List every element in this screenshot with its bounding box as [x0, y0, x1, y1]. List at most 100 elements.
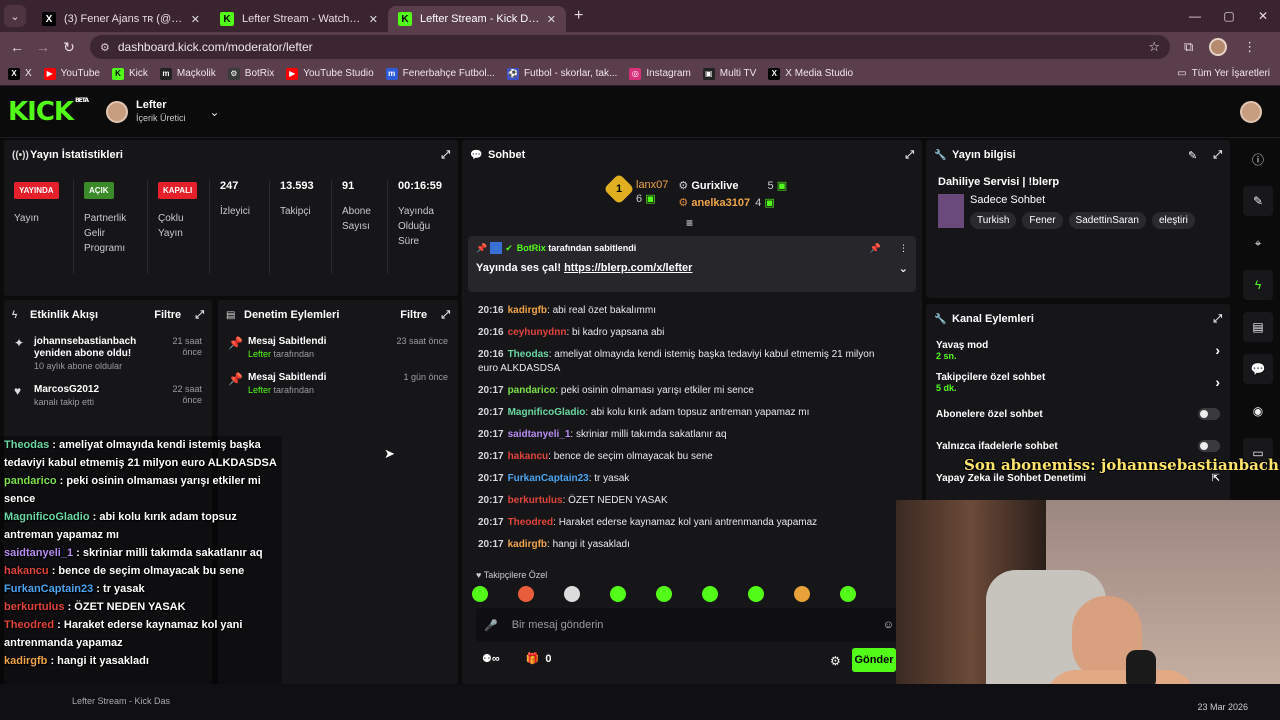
filter-button[interactable]: Filtre — [400, 309, 427, 321]
kick-logo[interactable]: KICK BETA — [8, 97, 89, 127]
tag[interactable]: Turkish — [970, 212, 1017, 229]
message-username[interactable]: pandarico — [508, 385, 556, 396]
bookmark-instagram[interactable]: ◎ Instagram — [629, 67, 691, 80]
channel-switcher[interactable]: Lefter İçerik Üretici — [136, 99, 186, 125]
target-icon[interactable]: ⌖ — [1243, 228, 1273, 258]
bookmark-kick[interactable]: K Kick — [111, 67, 148, 80]
emote-icon[interactable] — [702, 586, 718, 602]
bookmark-x[interactable]: XX — [8, 67, 32, 80]
popout-icon[interactable]: ⤢ — [1213, 149, 1222, 162]
close-tab-icon[interactable]: ✕ — [547, 13, 556, 26]
close-window-icon[interactable]: ✕ — [1246, 0, 1280, 32]
slow-mode-row[interactable]: Yavaş mod 2 sn. › — [926, 334, 1230, 366]
info-icon[interactable]: ⓘ — [1243, 144, 1273, 174]
all-bookmarks[interactable]: ▭ Tüm Yer İşaretleri — [1177, 68, 1270, 79]
microphone-icon[interactable]: 🎤 — [484, 619, 498, 632]
bookmark-youtube-studio[interactable]: ▶ YouTube Studio — [286, 67, 374, 80]
pinned-link[interactable]: https://blerp.com/x/lefter — [564, 262, 692, 275]
emote-icon[interactable] — [794, 586, 810, 602]
tag[interactable]: Fener — [1022, 212, 1063, 229]
emote-icon[interactable] — [518, 586, 534, 602]
chevron-down-icon[interactable]: ⌄ — [899, 262, 908, 275]
tab-fener-ajans[interactable]: X (3) Fener Ajans ᴛʀ (@ajansfener... ✕ — [32, 6, 210, 32]
tab-search-chevron-icon[interactable]: ⌄ — [4, 5, 26, 27]
user-avatar[interactable] — [1240, 100, 1262, 123]
edit-pencil-icon[interactable]: ✎ — [1243, 186, 1273, 216]
emote-icon[interactable] — [472, 586, 488, 602]
chat-placeholder: Bir mesaj gönderin — [511, 619, 604, 631]
chat-input[interactable]: 🎤 Bir mesaj gönderin ☺ — [476, 608, 902, 642]
tab-kick-watch[interactable]: K Lefter Stream - Watch Live on K... ✕ — [210, 6, 388, 32]
filter-button[interactable]: Filtre — [154, 309, 181, 321]
bookmark-futbol[interactable]: ⚽ Futbol - skorlar, tak... — [506, 67, 617, 80]
extensions-icon[interactable]: ⧉ — [1184, 39, 1193, 55]
tab-kick-dashboard[interactable]: K Lefter Stream - Kick Dashboard ✕ — [388, 6, 566, 32]
message-username[interactable]: saidtanyeli_1 — [508, 429, 571, 440]
chat-message: 20:17 saidtanyeli_1: skriniar milli takım… — [462, 424, 902, 446]
message-username[interactable]: kadirgfb — [508, 305, 547, 316]
taskbar-window-title[interactable]: Lefter Stream - Kick Das — [72, 696, 170, 706]
maximize-icon[interactable]: ▢ — [1212, 0, 1246, 32]
followers-only-row[interactable]: Takipçilere özel sohbet 5 dk. › — [926, 366, 1230, 398]
profile-avatar[interactable] — [1209, 38, 1228, 56]
emote-icon[interactable] — [656, 586, 672, 602]
broadcast-icon[interactable]: ◉ — [1243, 396, 1273, 426]
menu-kebab-icon[interactable]: ⋮ — [1243, 39, 1256, 55]
edit-pencil-icon[interactable]: ✎ — [1188, 149, 1197, 162]
message-username[interactable]: Theodas — [508, 349, 549, 360]
document-icon[interactable]: ▤ — [1243, 312, 1273, 342]
back-arrow-icon[interactable]: ← — [4, 39, 30, 55]
close-tab-icon[interactable]: ✕ — [191, 13, 200, 26]
row-label: Yapay Zeka ile Sohbet Denetimi — [936, 472, 1087, 484]
subs-only-toggle[interactable] — [1198, 408, 1220, 420]
emote-icon[interactable] — [564, 586, 580, 602]
emote-icon[interactable] — [610, 586, 626, 602]
more-options-icon[interactable]: ⋮ — [899, 243, 908, 254]
message-username[interactable]: MagnificoGladio — [508, 407, 586, 418]
message-username[interactable]: ceyhunydnn — [508, 327, 567, 338]
emotes-only-toggle[interactable] — [1198, 440, 1220, 452]
overlay-text: : skriniar milli takımda sakatlanır aq — [73, 547, 263, 559]
emoji-icon[interactable]: ☺ — [883, 619, 894, 631]
popout-icon[interactable]: ⤢ — [195, 309, 204, 322]
message-username[interactable]: FurkanCaptain23 — [508, 473, 589, 484]
close-tab-icon[interactable]: ✕ — [369, 13, 378, 26]
message-username[interactable]: Theodred — [508, 517, 554, 528]
popout-icon[interactable]: ⤢ — [1213, 313, 1222, 326]
reload-icon[interactable]: ↻ — [56, 39, 82, 56]
chevron-down-icon[interactable]: ⌄ — [210, 105, 220, 119]
chat-settings-gear-icon[interactable]: ⚙ — [830, 654, 841, 668]
tag[interactable]: SadettinSaran — [1068, 212, 1146, 229]
category-name[interactable]: Sadece Sohbet — [970, 194, 1201, 206]
url-input[interactable]: ⚙ dashboard.kick.com/moderator/lefter ☆ — [90, 35, 1170, 59]
minimize-icon[interactable]: — — [1178, 0, 1212, 32]
popout-icon[interactable]: ⤢ — [905, 149, 914, 162]
tag[interactable]: eleştiri — [1151, 212, 1195, 229]
bookmark-fenerbahce[interactable]: m Fenerbahçe Futbol... — [385, 67, 495, 80]
collapse-leaderboard-icon[interactable]: ≡ — [686, 216, 693, 230]
bookmark-mackolik[interactable]: m Maçkolik — [159, 67, 216, 80]
forward-arrow-icon[interactable]: → — [30, 39, 56, 55]
emote-icon[interactable] — [748, 586, 764, 602]
bookmark-botrix[interactable]: ⚙ BotRix — [227, 67, 275, 80]
message-username[interactable]: kadirgfb — [508, 539, 547, 550]
send-button[interactable]: Gönder — [852, 648, 896, 672]
overlay-username: berkurtulus — [4, 601, 65, 613]
lightning-icon[interactable]: ϟ — [1243, 270, 1273, 300]
overlay-message-list: Theodas : ameliyat olmayıda kendi istemi… — [0, 436, 282, 670]
new-tab-button[interactable]: + — [574, 7, 583, 25]
bookmark-star-icon[interactable]: ☆ — [1148, 39, 1160, 55]
bookmark-label: BotRix — [244, 68, 275, 79]
chat-bubble-icon[interactable]: 💬 — [1243, 354, 1273, 384]
site-info-icon[interactable]: ⚙ — [100, 41, 110, 54]
popout-icon[interactable]: ⤢ — [441, 149, 450, 162]
heart-icon: ♥ — [14, 384, 22, 398]
bookmark-multi-tv[interactable]: ▣ Multi TV — [702, 67, 756, 80]
popout-icon[interactable]: ⤢ — [441, 309, 450, 322]
unpin-icon[interactable]: 📌 — [870, 243, 881, 254]
bookmark-youtube[interactable]: ▶ YouTube — [43, 67, 100, 80]
bookmark-x-media-studio[interactable]: X X Media Studio — [768, 67, 853, 80]
emote-icon[interactable] — [840, 586, 856, 602]
message-username[interactable]: berkurtulus — [508, 495, 563, 506]
message-username[interactable]: hakancu — [508, 451, 549, 462]
